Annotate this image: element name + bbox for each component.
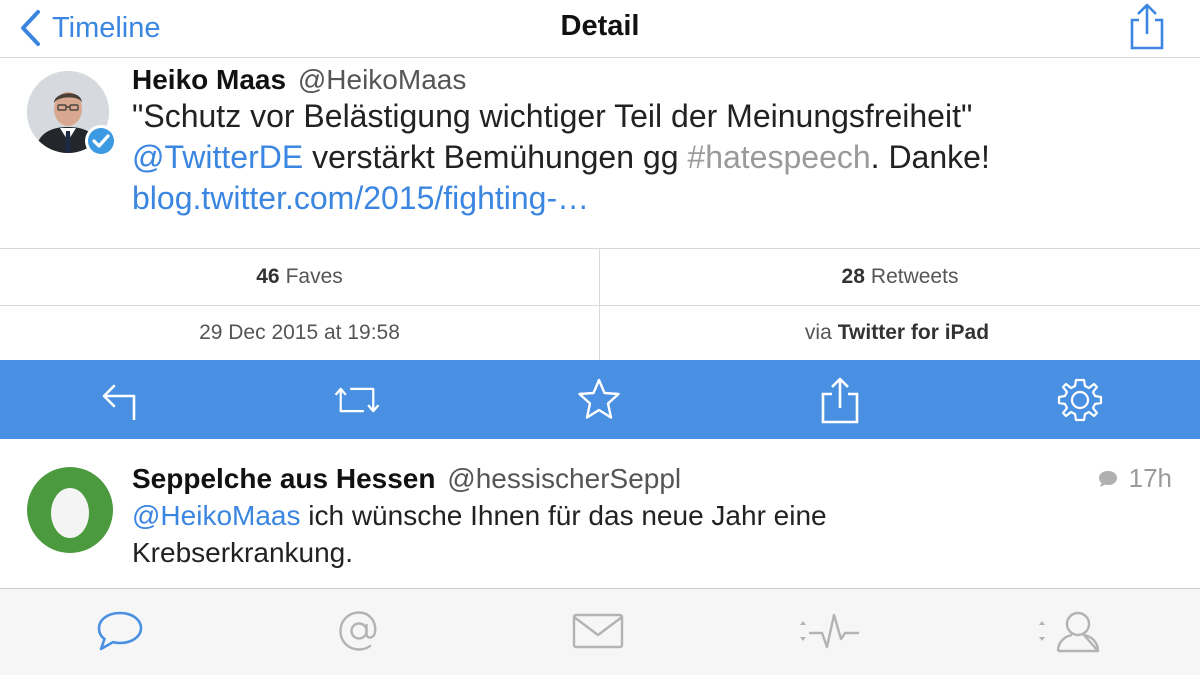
- main-tweet: Heiko Maas @HeikoMaas "Schutz vor Beläst…: [0, 58, 1200, 248]
- reply-meta: 17h: [1097, 463, 1172, 494]
- gear-icon[interactable]: [1056, 376, 1104, 424]
- divider: [0, 305, 1200, 306]
- mention-link[interactable]: @HeikoMaas: [132, 500, 300, 531]
- speech-bubble-icon: [1098, 470, 1117, 487]
- reply-header: Seppelche aus Hessen @hessischerSeppl: [132, 463, 681, 495]
- retweet-icon[interactable]: [333, 376, 381, 424]
- retweets-label: Retweets: [870, 265, 959, 288]
- tweet-text-segment: . Danke!: [870, 139, 990, 175]
- share-icon[interactable]: [1126, 2, 1168, 50]
- author-handle[interactable]: @hessischerSeppl: [447, 463, 681, 494]
- author-name[interactable]: Seppelche aus Hessen: [132, 463, 435, 494]
- back-button[interactable]: Timeline: [18, 6, 161, 50]
- tweet-header: Heiko Maas @HeikoMaas: [132, 64, 466, 96]
- author-handle[interactable]: @HeikoMaas: [298, 64, 466, 95]
- faves-count: 46: [256, 265, 280, 288]
- tweet-text-line: "Schutz vor Belästigung wichtiger Teil d…: [132, 98, 973, 134]
- star-icon[interactable]: [575, 376, 623, 424]
- page-title: Detail: [560, 10, 640, 42]
- messages-envelope-icon[interactable]: [563, 607, 633, 655]
- mentions-at-icon[interactable]: [324, 607, 394, 655]
- mention-link[interactable]: @TwitterDE: [132, 139, 303, 175]
- timeline-bubble-icon[interactable]: [85, 607, 155, 655]
- datetime-text: 29 Dec 2015 at 19:58: [199, 321, 400, 344]
- tab-bar: [0, 588, 1200, 675]
- chevron-left-icon: [21, 10, 40, 46]
- tweet-source[interactable]: via Twitter for iPad: [600, 305, 1200, 361]
- reply-icon[interactable]: [96, 376, 144, 424]
- activity-pulse-icon[interactable]: [792, 607, 862, 655]
- faves-label: Faves: [285, 265, 343, 288]
- profile-person-icon[interactable]: [1036, 607, 1106, 655]
- tweet-text: "Schutz vor Belästigung wichtiger Teil d…: [132, 96, 1182, 219]
- verified-badge-icon: [85, 125, 117, 157]
- reply-text: @HeikoMaas ich wünsche Ihnen für das neu…: [132, 497, 1032, 571]
- reply-time: 17h: [1128, 463, 1172, 493]
- url-link[interactable]: blog.twitter.com/2015/fighting-…: [132, 180, 589, 216]
- tweet-text-segment: verstärkt Bemühungen gg: [303, 139, 688, 175]
- reply-tweet[interactable]: Seppelche aus Hessen @hessischerSeppl 17…: [0, 439, 1200, 588]
- tweet-datetime: 29 Dec 2015 at 19:58: [0, 305, 599, 361]
- source-name: Twitter for iPad: [837, 321, 990, 344]
- author-name[interactable]: Heiko Maas: [132, 64, 286, 95]
- action-bar: [0, 360, 1200, 439]
- back-button-label: Timeline: [52, 11, 161, 44]
- hashtag-link[interactable]: #hatespeech: [687, 139, 870, 175]
- via-prefix: via: [804, 321, 832, 344]
- nav-bar: Timeline Detail: [0, 0, 1200, 58]
- retweets-stat[interactable]: 28 Retweets: [600, 249, 1200, 305]
- avatar[interactable]: [27, 467, 113, 553]
- share-icon[interactable]: [816, 376, 864, 424]
- tweet-stats: 46 Faves 28 Retweets 29 Dec 2015 at 19:5…: [0, 248, 1200, 361]
- retweets-count: 28: [841, 265, 865, 288]
- faves-stat[interactable]: 46 Faves: [0, 249, 599, 305]
- egg-avatar-icon: [51, 488, 89, 538]
